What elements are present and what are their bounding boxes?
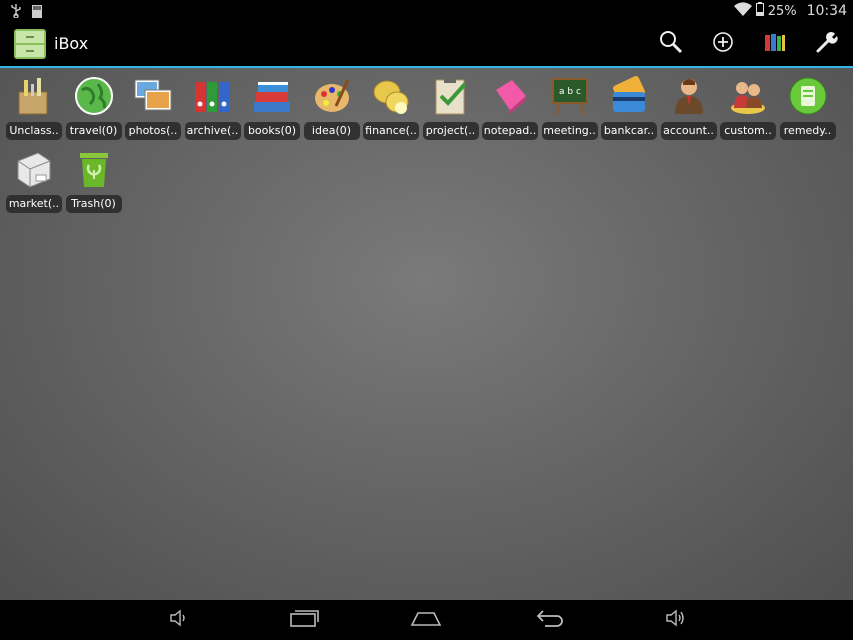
home-icon [410, 609, 442, 631]
folder-idea[interactable]: idea(0) [302, 74, 362, 147]
unclassified-icon [14, 76, 54, 116]
search-button[interactable] [645, 22, 697, 66]
folder-finance[interactable]: finance(.. [361, 74, 421, 147]
app-title: iBox [54, 34, 89, 53]
folder-trash[interactable]: Trash(0) [64, 147, 124, 220]
folder-archive[interactable]: archive(.. [183, 74, 243, 147]
folder-meeting[interactable]: a b c meeting.. [540, 74, 600, 147]
add-button[interactable] [697, 22, 749, 66]
chalkboard-icon: a b c [550, 76, 590, 116]
navigation-bar [0, 600, 853, 640]
folder-label: remedy.. [779, 122, 836, 140]
recents-button[interactable] [284, 608, 324, 632]
action-bar: iBox [0, 22, 853, 68]
folder-market[interactable]: market(.. [4, 147, 64, 220]
folder-label: custom.. [720, 122, 776, 140]
wifi-icon [733, 2, 752, 20]
battery-icon [755, 2, 764, 20]
settings-wrench-icon [815, 30, 839, 58]
settings-button[interactable] [801, 22, 853, 66]
back-icon [535, 609, 565, 631]
volume-up-icon [665, 609, 685, 631]
svg-text:a b c: a b c [559, 87, 581, 97]
coins-icon [371, 76, 411, 116]
status-bar: 25% 10:34 [0, 0, 853, 22]
binders-icon [193, 76, 233, 116]
folder-remedy[interactable]: remedy.. [778, 74, 838, 147]
trash-icon [74, 149, 114, 189]
folder-label: idea(0) [303, 122, 360, 140]
search-icon [659, 30, 683, 58]
home-button[interactable] [406, 608, 446, 632]
back-button[interactable] [530, 608, 570, 632]
volume-up-button[interactable] [655, 608, 695, 632]
folder-label: bankcar.. [601, 122, 657, 140]
recents-icon [289, 609, 319, 631]
globe-icon [74, 76, 114, 116]
folder-label: market(.. [6, 195, 62, 213]
remedy-icon [788, 76, 828, 116]
folder-label: books(0) [244, 122, 300, 140]
folder-label: archive(.. [184, 122, 241, 140]
notepad-icon [490, 76, 530, 116]
folder-grid: Unclass.. travel(0) photos(.. archive(.. [4, 74, 853, 220]
books-icon [252, 76, 292, 116]
volume-down-button[interactable] [158, 608, 198, 632]
folder-label: notepad.. [482, 122, 538, 140]
person-icon [669, 76, 709, 116]
status-right: 25% 10:34 [733, 2, 847, 20]
folder-area: Unclass.. travel(0) photos(.. archive(.. [0, 68, 853, 600]
app-icon[interactable] [14, 29, 46, 59]
folder-unclassified[interactable]: Unclass.. [4, 74, 64, 147]
folder-travel[interactable]: travel(0) [64, 74, 124, 147]
action-buttons [645, 22, 853, 66]
volume-down-icon [169, 609, 187, 631]
folder-photos[interactable]: photos(.. [123, 74, 183, 147]
photos-icon [133, 76, 173, 116]
battery-percent: 25% [767, 3, 797, 19]
folder-label: account.. [660, 122, 717, 140]
archive-button[interactable] [749, 22, 801, 66]
clock: 10:34 [806, 3, 847, 19]
usb-icon [10, 3, 22, 22]
clipboard-icon [431, 76, 471, 116]
folder-account[interactable]: account.. [659, 74, 719, 147]
customers-icon [728, 76, 768, 116]
status-left [10, 3, 42, 22]
palette-icon [312, 76, 352, 116]
folder-label: Unclass.. [6, 122, 62, 140]
folder-label: travel(0) [65, 122, 122, 140]
folder-label: Trash(0) [65, 195, 122, 213]
folder-label: photos(.. [125, 122, 181, 140]
folder-customers[interactable]: custom.. [718, 74, 778, 147]
sd-card-icon [32, 3, 42, 22]
add-icon [712, 31, 734, 57]
folder-books[interactable]: books(0) [242, 74, 302, 147]
folder-project[interactable]: project(.. [421, 74, 481, 147]
bankcard-icon [609, 76, 649, 116]
folder-bankcard[interactable]: bankcar.. [599, 74, 659, 147]
archive-books-icon [764, 32, 786, 56]
printer-icon [14, 149, 54, 189]
folder-notepad[interactable]: notepad.. [480, 74, 540, 147]
folder-label: finance(.. [363, 122, 419, 140]
folder-label: project(.. [422, 122, 479, 140]
folder-label: meeting.. [541, 122, 598, 140]
